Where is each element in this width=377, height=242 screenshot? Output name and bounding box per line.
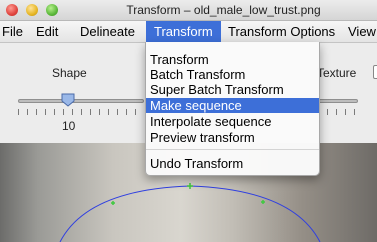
menu-delineate[interactable]: Delineate: [80, 24, 135, 39]
texture-label: Texture: [317, 66, 357, 80]
menu-view[interactable]: View: [348, 24, 376, 39]
menu-transform[interactable]: Transform: [146, 21, 221, 42]
shape-slider-thumb[interactable]: [61, 93, 75, 107]
menu-separator: [146, 149, 319, 150]
menu-item-interpolate-sequence[interactable]: Interpolate sequence: [146, 114, 319, 129]
menu-item-batch-transform[interactable]: Batch Transform: [146, 67, 319, 82]
texture-slider-track[interactable]: [318, 99, 358, 103]
transform-menu-dropdown: Transform Batch Transform Super Batch Tr…: [145, 42, 320, 176]
menu-file[interactable]: File: [2, 24, 23, 39]
menu-item-make-sequence[interactable]: Make sequence: [146, 98, 319, 113]
menu-item-preview-transform[interactable]: Preview transform: [146, 130, 319, 145]
title-bar: Transform – old_male_low_trust.png: [0, 0, 377, 21]
shape-slider-ticks: [18, 109, 142, 115]
window-title: Transform – old_male_low_trust.png: [126, 3, 321, 17]
texture-slider-ticks: [318, 109, 358, 115]
menu-bar: File Edit Delineate Transform Transform …: [0, 21, 377, 43]
shape-value: 10: [62, 119, 76, 133]
menu-transform-options[interactable]: Transform Options: [228, 24, 335, 39]
menu-item-transform[interactable]: Transform: [146, 52, 319, 67]
texture-checkbox[interactable]: [373, 65, 377, 79]
menu-item-super-batch-transform[interactable]: Super Batch Transform: [146, 82, 319, 97]
shape-label: Shape: [52, 66, 87, 80]
shape-slider-track[interactable]: [18, 99, 144, 103]
menu-edit[interactable]: Edit: [36, 24, 58, 39]
menu-item-undo-transform[interactable]: Undo Transform: [146, 156, 319, 171]
